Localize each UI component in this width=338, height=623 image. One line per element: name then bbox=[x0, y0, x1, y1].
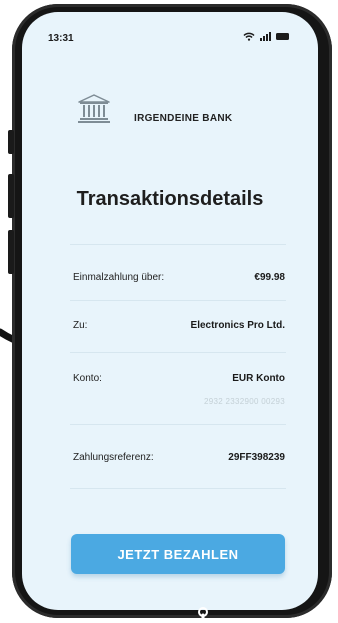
detail-value-amount: €99.98 bbox=[254, 272, 285, 283]
account-number: 2932 2332900 00293 bbox=[203, 397, 285, 406]
phone-screen: 13:31 IRGENDEINE BANK Transaktionsdetail… bbox=[22, 12, 318, 610]
detail-value-account: EUR Konto bbox=[232, 373, 285, 384]
detail-label-amount: Einmalzahlung über: bbox=[73, 272, 165, 283]
pay-now-button[interactable]: JETZT BEZAHLEN bbox=[71, 534, 285, 574]
divider bbox=[70, 488, 286, 489]
status-icons bbox=[243, 32, 290, 41]
phone-silent-switch bbox=[8, 130, 14, 154]
divider bbox=[70, 244, 286, 245]
bank-building-icon bbox=[78, 94, 110, 123]
detail-value-reference: 29FF398239 bbox=[228, 452, 285, 463]
signal-icon bbox=[260, 32, 271, 41]
wifi-icon bbox=[243, 32, 255, 41]
divider bbox=[70, 424, 286, 425]
detail-value-recipient: Electronics Pro Ltd. bbox=[190, 320, 285, 331]
battery-icon bbox=[276, 33, 289, 40]
bank-name: IRGENDEINE BANK bbox=[134, 113, 233, 124]
divider bbox=[70, 352, 286, 353]
phone-volume-up-button bbox=[8, 174, 14, 218]
detail-label-account: Konto: bbox=[73, 373, 102, 384]
detail-label-reference: Zahlungsreferenz: bbox=[73, 452, 154, 463]
divider bbox=[70, 300, 286, 301]
phone-volume-down-button bbox=[8, 230, 14, 274]
page-title: Transaktionsdetails bbox=[76, 188, 264, 210]
status-time: 13:31 bbox=[48, 33, 74, 44]
cable-icon bbox=[198, 607, 208, 623]
detail-label-recipient: Zu: bbox=[73, 320, 88, 331]
